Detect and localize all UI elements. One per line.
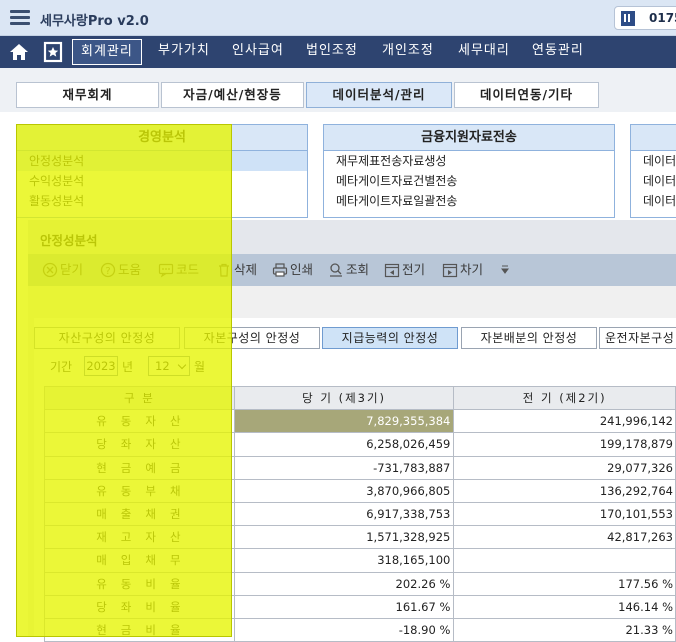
stability-table: 구 분 당 기 (제3기) 전 기 (제2기) 유동자산 7,829,355,38… bbox=[44, 385, 676, 642]
user-id: 0175 bbox=[649, 11, 676, 25]
print-button[interactable]: 인쇄 bbox=[272, 261, 313, 279]
menu-data-2[interactable]: 데이터 bbox=[631, 171, 676, 191]
tab-capital-allocation[interactable]: 자본배분의 안정성 bbox=[461, 327, 597, 349]
nav-personal-adjust[interactable]: 개인조정 bbox=[374, 39, 442, 65]
subtab-data-analysis[interactable]: 데이터분석/관리 bbox=[306, 82, 452, 108]
close-icon bbox=[42, 262, 58, 278]
bookmark-star-icon[interactable] bbox=[42, 41, 64, 63]
svg-text:?: ? bbox=[105, 266, 110, 277]
menu-data-1[interactable]: 데이터 bbox=[631, 151, 676, 171]
col-current-period: 당 기 (제3기) bbox=[233, 385, 455, 411]
nav-vat[interactable]: 부가가치 bbox=[150, 39, 218, 65]
panel-title bbox=[631, 125, 676, 151]
table-row[interactable]: 유동비율 202.26 % 177.56 % bbox=[44, 571, 676, 596]
table-row[interactable]: 현금예금 -731,783,887 29,077,326 bbox=[44, 455, 676, 480]
subtab-data-integration[interactable]: 데이터연동/기타 bbox=[454, 82, 599, 108]
tab-solvency[interactable]: 지급능력의 안정성 bbox=[322, 327, 458, 349]
tab-working-capital[interactable]: 운전자본구성 bbox=[599, 327, 676, 349]
menu-fs-transfer-create[interactable]: 재무제표전송자료생성 bbox=[324, 151, 614, 171]
table-row[interactable]: 유동자산 7,829,355,384 241,996,142 bbox=[44, 409, 676, 434]
nav-integration[interactable]: 연동관리 bbox=[524, 39, 592, 65]
menu-metagate-batch[interactable]: 메타게이트자료일괄전송 bbox=[324, 191, 614, 211]
code-button[interactable]: 코드 bbox=[158, 261, 199, 279]
period-label: 기간 bbox=[50, 360, 73, 374]
menu-profitability-analysis[interactable]: 수익성분석 bbox=[17, 171, 307, 191]
table-row[interactable]: 당좌비율 161.67 % 146.14 % bbox=[44, 594, 676, 619]
calendar-prev-icon bbox=[384, 263, 400, 278]
panel-data: 데이터 데이터 데이터 bbox=[630, 124, 676, 218]
month-select[interactable]: 12 bbox=[148, 356, 190, 376]
year-unit: 년 bbox=[122, 360, 134, 374]
tab-capital-composition[interactable]: 자본구성의 안정성 bbox=[184, 327, 320, 349]
hamburger-menu-icon[interactable] bbox=[10, 10, 30, 26]
month-unit: 월 bbox=[194, 360, 206, 374]
previous-period-button[interactable]: 전기 bbox=[384, 261, 425, 279]
chevron-down-icon bbox=[177, 360, 187, 370]
col-category: 구 분 bbox=[44, 385, 235, 411]
menu-data-3[interactable]: 데이터 bbox=[631, 191, 676, 211]
subtab-funds-budget[interactable]: 자금/예산/현장등 bbox=[161, 82, 304, 108]
close-button[interactable]: 닫기 bbox=[42, 261, 83, 279]
app-title: 세무사랑Pro v2.0 bbox=[40, 14, 149, 29]
more-dropdown-icon[interactable] bbox=[500, 265, 510, 275]
table-row[interactable]: 매입채무 318,165,100 bbox=[44, 548, 676, 573]
calendar-next-icon bbox=[442, 263, 458, 278]
help-icon: ? bbox=[100, 262, 116, 278]
nav-corporate-adjust[interactable]: 법인조정 bbox=[298, 39, 366, 65]
nav-accounting[interactable]: 회계관리 bbox=[72, 39, 142, 65]
month-value: 12 bbox=[155, 359, 170, 373]
title-bar: 세무사랑Pro v2.0 0175 bbox=[0, 0, 676, 36]
main-nav: 회계관리 부가가치 인사급여 법인조정 개인조정 세무대리 연동관리 bbox=[0, 36, 676, 68]
year-input[interactable]: 2023 bbox=[84, 356, 118, 376]
panel-title: 경영분석 bbox=[17, 125, 307, 151]
window-title: 안정성분석 bbox=[40, 233, 98, 248]
menu-activity-analysis[interactable]: 활동성분석 bbox=[17, 191, 307, 211]
col-previous-period: 전 기 (제2기) bbox=[453, 385, 676, 411]
code-icon bbox=[158, 263, 174, 278]
nav-tax-agent[interactable]: 세무대리 bbox=[450, 39, 518, 65]
user-id-box: 0175 bbox=[614, 6, 676, 30]
table-row[interactable]: 유동부채 3,870,966,805 136,292,764 bbox=[44, 478, 676, 503]
home-icon[interactable] bbox=[8, 41, 30, 63]
panel-financial-data-transfer: 금융지원자료전송 재무제표전송자료생성 메타게이트자료건별전송 메타게이트자료일… bbox=[323, 124, 615, 218]
tab-asset-composition[interactable]: 자산구성의 안정성 bbox=[34, 327, 180, 349]
subtab-financial-accounting[interactable]: 재무회계 bbox=[16, 82, 159, 108]
search-icon bbox=[330, 263, 342, 277]
menu-stability-analysis[interactable]: 안정성분석 bbox=[17, 151, 307, 171]
nav-payroll[interactable]: 인사급여 bbox=[224, 39, 292, 65]
sub-tabs: 재무회계 자금/예산/현장등 데이터분석/관리 데이터연동/기타 bbox=[0, 68, 676, 112]
printer-icon bbox=[272, 263, 288, 277]
trash-icon bbox=[219, 263, 229, 277]
next-period-button[interactable]: 차기 bbox=[442, 261, 483, 279]
menu-metagate-single[interactable]: 메타게이트자료건별전송 bbox=[324, 171, 614, 191]
window-titlebar: 안정성분석 bbox=[28, 220, 676, 254]
delete-button[interactable]: 삭제 bbox=[216, 261, 257, 279]
table-row[interactable]: 현금비율 -18.90 % 21.33 % bbox=[44, 617, 676, 642]
table-row[interactable]: 재고자산 1,571,328,925 42,817,263 bbox=[44, 525, 676, 550]
toolbar: 닫기 ? 도움 코드 삭제 인쇄 조회 전기 차기 bbox=[28, 254, 676, 286]
table-row[interactable]: 매출채권 6,917,338,753 170,101,553 bbox=[44, 501, 676, 527]
building-icon bbox=[621, 11, 635, 26]
table-row[interactable]: 당좌자산 6,258,026,459 199,178,879 bbox=[44, 432, 676, 457]
panel-title: 금융지원자료전송 bbox=[324, 125, 614, 151]
help-button[interactable]: ? 도움 bbox=[100, 261, 141, 279]
panel-business-analysis: 경영분석 안정성분석 수익성분석 활동성분석 bbox=[16, 124, 308, 218]
search-button[interactable]: 조회 bbox=[328, 261, 369, 279]
